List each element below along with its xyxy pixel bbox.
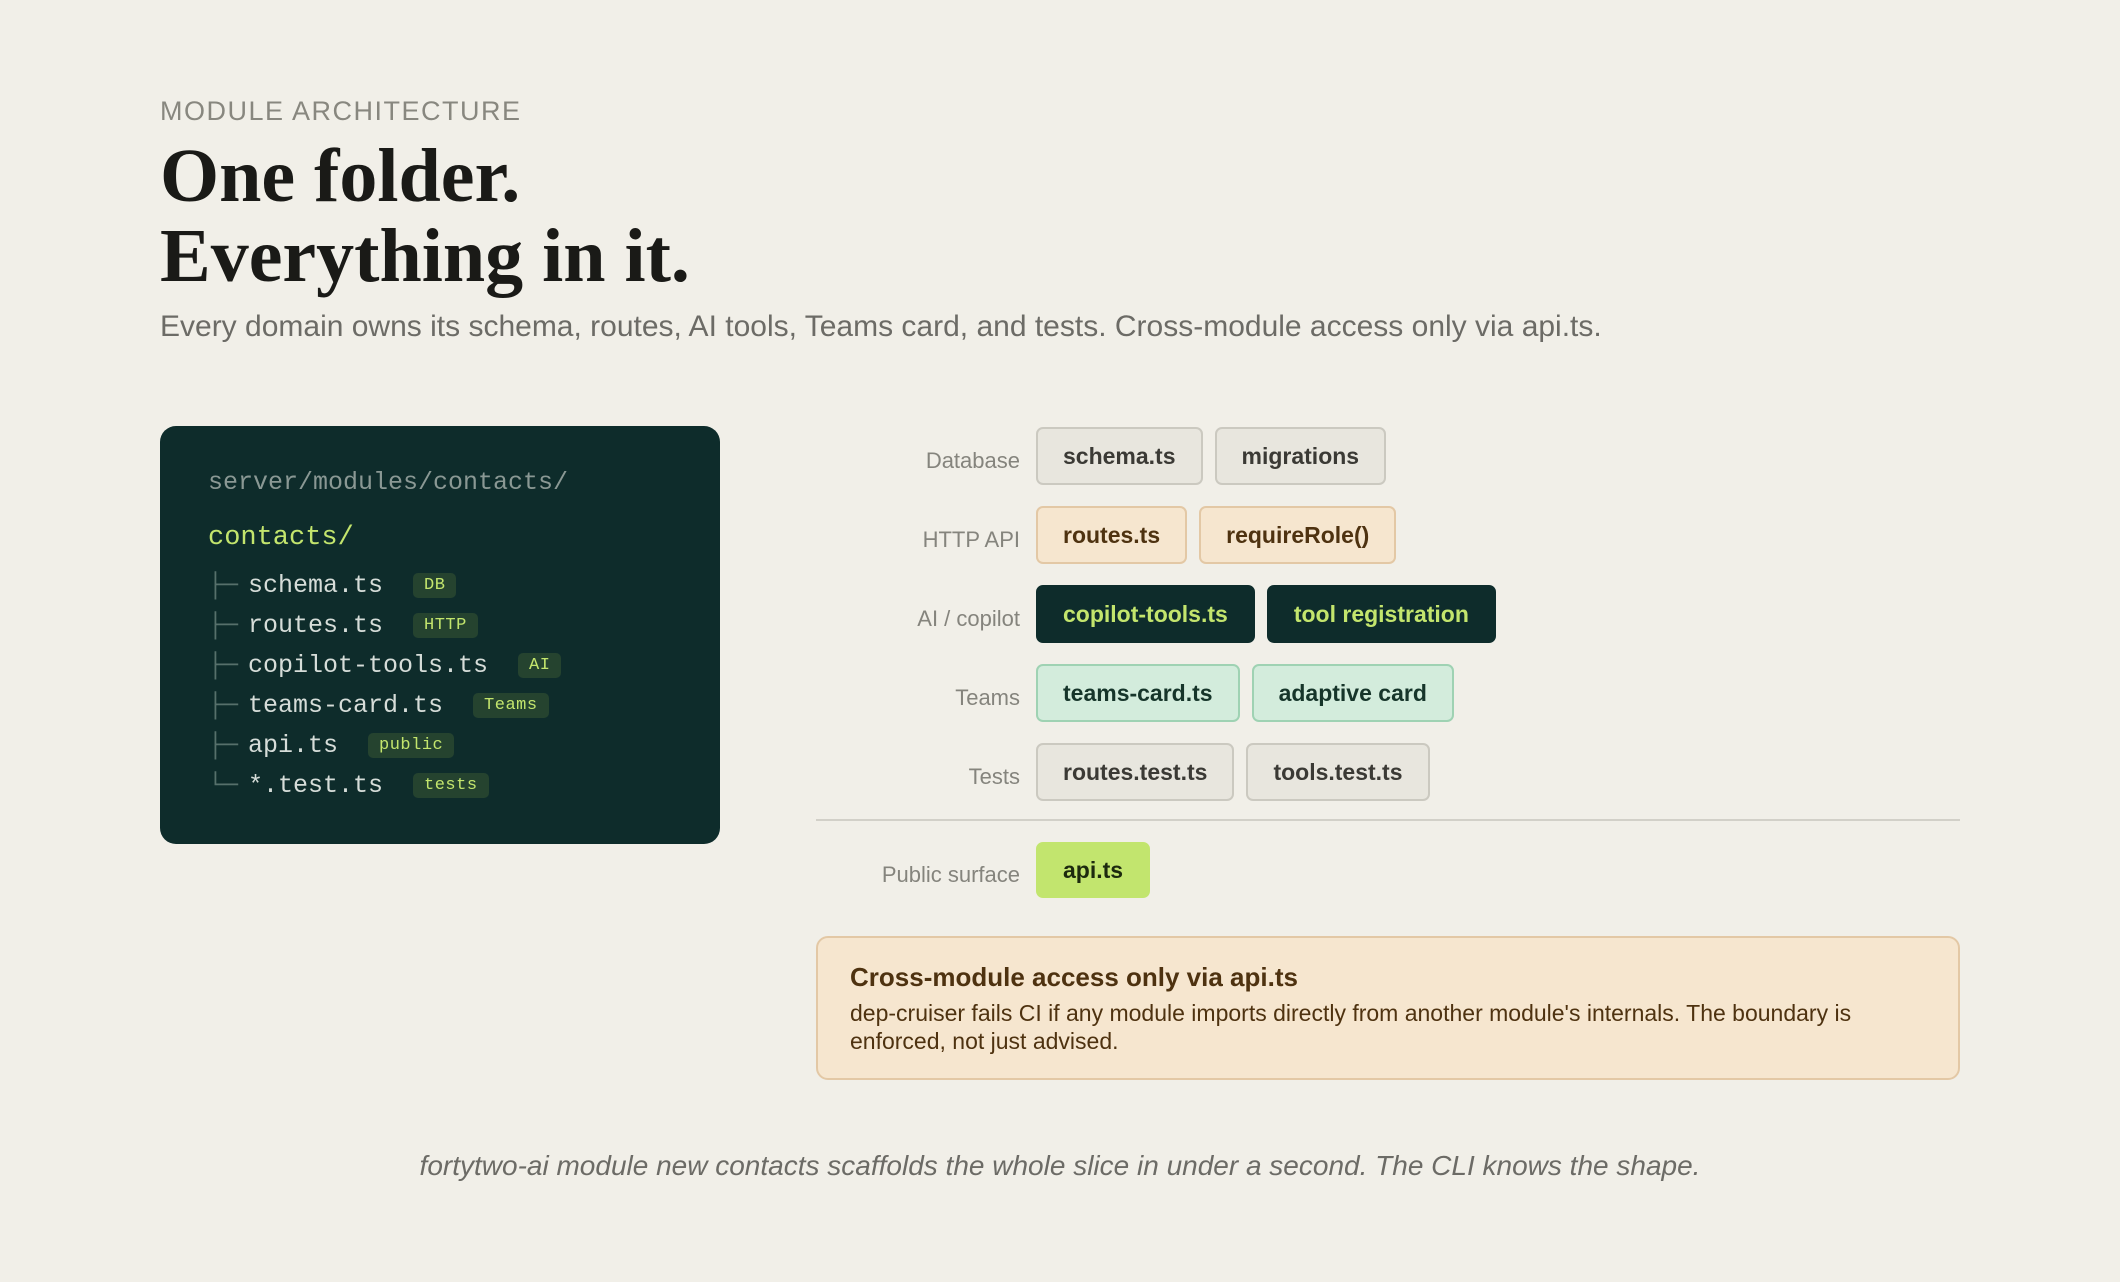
callout-body: dep-cruiser fails CI if any module impor…: [850, 1000, 1852, 1054]
file-row-routes: ├─ routes.ts HTTP: [208, 605, 672, 645]
chip-adaptive-card: adaptive card: [1251, 664, 1454, 722]
file-tag: public: [368, 732, 455, 758]
file-row-copilot-tools: ├─ copilot-tools.ts AI: [208, 645, 672, 685]
file-tag: HTTP: [413, 612, 478, 638]
file-name: schema.ts: [248, 570, 384, 600]
chip-require-role: requireRole(): [1199, 506, 1397, 564]
layer-row-database: Database schema.ts migrations: [816, 426, 1960, 486]
boundary-callout: Cross-module access only via api.ts dep-…: [816, 936, 1960, 1080]
tree-branch-icon: ├─: [208, 610, 239, 640]
file-name: *.test.ts: [248, 770, 384, 800]
layer-label: Database: [925, 448, 1020, 473]
file-list: ├─ schema.ts DB ├─ routes.ts HTTP ├─ cop…: [208, 565, 672, 805]
layer-divider: [816, 819, 1960, 821]
chip-routes-test: routes.test.ts: [1036, 743, 1235, 801]
file-tag: tests: [413, 772, 489, 798]
layer-label: Teams: [955, 685, 1020, 710]
chip-copilot-tools: copilot-tools.ts: [1036, 585, 1255, 643]
chip-routes: routes.ts: [1036, 506, 1188, 564]
tree-branch-icon: ├─: [208, 650, 239, 680]
layer-label: Tests: [968, 764, 1020, 789]
folder-path: server/modules/contacts/: [208, 468, 569, 497]
layer-label: HTTP API: [922, 527, 1020, 552]
file-name: api.ts: [248, 730, 339, 760]
tree-branch-icon: ├─: [208, 730, 239, 760]
chip-tool-registration: tool registration: [1266, 585, 1496, 643]
layer-label: AI / copilot: [917, 606, 1020, 631]
layer-row-teams: Teams teams-card.ts adaptive card: [816, 663, 1960, 723]
eyebrow-label: MODULE ARCHITECTURE: [160, 96, 522, 126]
file-row-schema: ├─ schema.ts DB: [208, 565, 672, 605]
layer-diagram: Database schema.ts migrations HTTP API r…: [816, 426, 1960, 919]
file-tag: Teams: [473, 692, 549, 718]
file-tag: AI: [518, 652, 562, 678]
chip-migrations: migrations: [1214, 427, 1387, 485]
file-row-api: ├─ api.ts public: [208, 725, 672, 765]
file-row-teams-card: ├─ teams-card.ts Teams: [208, 685, 672, 725]
chip-api: api.ts: [1036, 842, 1151, 898]
title-line-2: Everything in it.: [160, 214, 690, 298]
tree-branch-icon: ├─: [208, 690, 239, 720]
layer-label: Public surface: [881, 862, 1020, 887]
layer-row-ai: AI / copilot copilot-tools.ts tool regis…: [816, 584, 1960, 644]
tree-branch-icon: ├─: [208, 570, 239, 600]
chip-schema: schema.ts: [1036, 427, 1203, 485]
layer-row-public: Public surface api.ts: [816, 840, 1960, 900]
file-name: teams-card.ts: [248, 690, 444, 720]
title-line-1: One folder.: [160, 134, 521, 218]
footer-caption: fortytwo-ai module new contacts scaffold…: [419, 1150, 1701, 1181]
file-row-tests: └─ *.test.ts tests: [208, 765, 672, 805]
folder-root: contacts/: [208, 523, 354, 553]
tree-branch-icon: └─: [208, 770, 239, 800]
file-name: copilot-tools.ts: [248, 650, 489, 680]
file-tag: DB: [413, 572, 457, 598]
folder-tree-panel: server/modules/contacts/ contacts/ ├─ sc…: [160, 426, 720, 844]
file-name: routes.ts: [248, 610, 384, 640]
chip-tools-test: tools.test.ts: [1246, 743, 1430, 801]
chip-teams-card: teams-card.ts: [1036, 664, 1240, 722]
page-title: One folder. Everything in it.: [160, 136, 690, 296]
page-subtitle: Every domain owns its schema, routes, AI…: [160, 310, 1602, 343]
callout-title: Cross-module access only via api.ts: [850, 962, 1298, 992]
layer-row-tests: Tests routes.test.ts tools.test.ts: [816, 742, 1960, 802]
layer-row-http: HTTP API routes.ts requireRole(): [816, 505, 1960, 565]
